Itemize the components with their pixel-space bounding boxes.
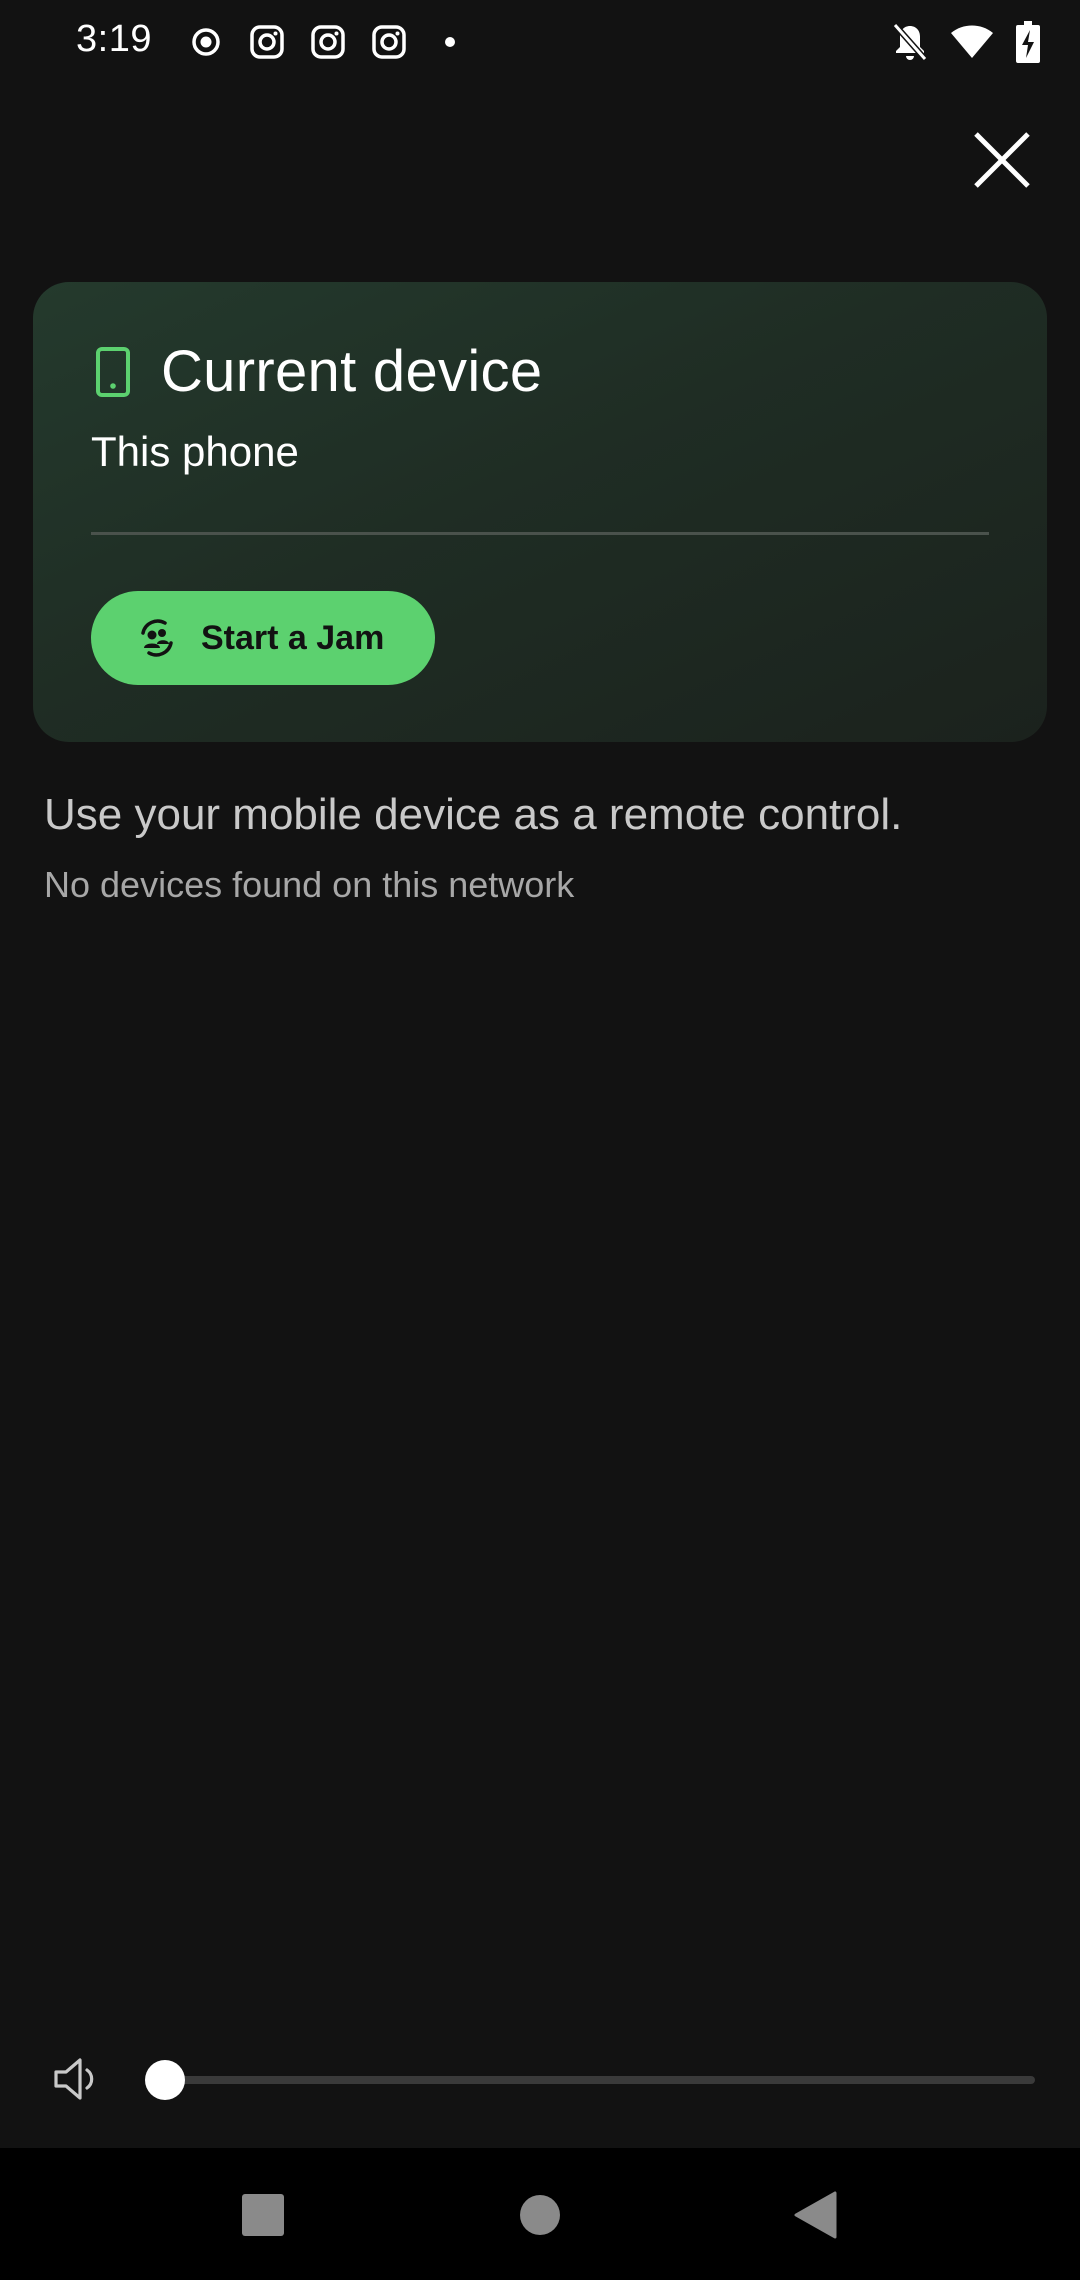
wifi-icon [950,20,994,64]
status-time: 3:19 [76,18,152,60]
current-device-name: This phone [91,428,299,475]
dot-icon [430,22,470,62]
status-notification-icons [186,22,491,62]
recents-icon [242,2194,284,2236]
current-device-card: Current device This phone Start a Jam [33,282,1047,742]
status-system-icons [870,20,1040,64]
card-divider [91,532,989,535]
home-icon [520,2195,560,2235]
instagram-icon [308,22,348,62]
volume-control [0,2040,1080,2120]
battery-charging-icon [1016,20,1040,64]
no-devices-message: No devices found on this network [44,864,575,905]
jam-icon [141,619,173,657]
start-jam-button[interactable]: Start a Jam [91,591,435,685]
smartphone-icon [96,346,130,397]
back-icon [794,2191,837,2239]
recents-button[interactable] [228,2180,298,2250]
current-device-title: Current device [161,339,543,404]
instagram-icon [369,22,409,62]
record-icon [186,22,226,62]
close-button[interactable] [962,120,1042,200]
volume-slider[interactable] [155,2076,1035,2084]
device-picker-screen: 3:19 Current device This phone Start a J… [0,0,1080,2280]
system-navigation-bar [0,2148,1080,2280]
close-icon [974,132,1030,188]
home-button[interactable] [505,2180,575,2250]
status-bar: 3:19 [0,0,1080,86]
current-device-header: Current device [95,338,542,405]
volume-icon [54,2058,94,2100]
start-jam-label: Start a Jam [201,618,385,657]
notifications-off-icon [892,20,928,64]
remote-control-hint: Use your mobile device as a remote contr… [44,790,903,839]
volume-slider-thumb[interactable] [145,2060,185,2100]
back-button[interactable] [780,2180,850,2250]
instagram-icon [247,22,287,62]
